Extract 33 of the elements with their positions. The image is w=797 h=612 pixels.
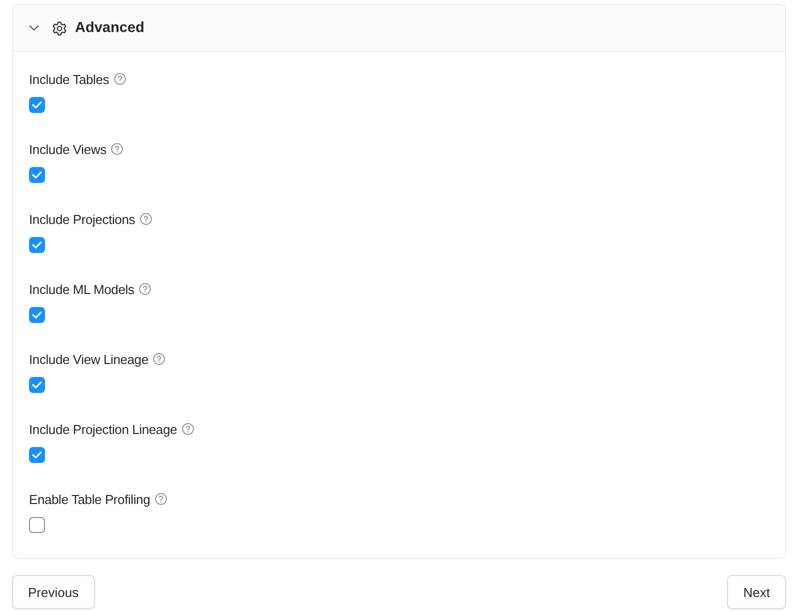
option-label: Include Views [29, 142, 106, 156]
section-header[interactable]: Advanced [13, 5, 785, 52]
check-icon [32, 171, 42, 179]
gear-icon [52, 20, 67, 36]
checkbox[interactable] [29, 447, 45, 463]
section-title: Advanced [75, 20, 144, 36]
chevron-icon[interactable] [29, 23, 39, 33]
check-icon [32, 381, 42, 389]
option-label: Include Projection Lineage [29, 422, 178, 436]
help-icon[interactable] [155, 493, 168, 505]
help-icon[interactable] [111, 143, 124, 155]
help-icon[interactable] [139, 283, 152, 295]
checkbox[interactable] [29, 307, 45, 323]
check-icon [32, 451, 42, 459]
option-label: Include Projections [29, 212, 136, 226]
previous-button[interactable]: Previous [12, 575, 95, 609]
check-icon [32, 101, 42, 109]
check-icon [32, 311, 42, 319]
option-label: Enable Table Profiling [29, 492, 150, 506]
option-label: Include ML Models [29, 282, 134, 296]
checkbox[interactable] [29, 237, 45, 253]
checkbox[interactable] [29, 377, 45, 393]
help-icon[interactable] [140, 213, 152, 225]
check-icon [32, 241, 42, 249]
help-icon[interactable] [182, 423, 194, 435]
help-icon[interactable] [114, 73, 126, 85]
help-icon[interactable] [153, 353, 166, 365]
option-label: Include Tables [29, 72, 110, 86]
checkbox[interactable] [29, 97, 45, 113]
checkbox[interactable] [29, 167, 45, 183]
option-label: Include View Lineage [29, 352, 148, 366]
next-button[interactable]: Next [727, 575, 786, 609]
checkbox[interactable] [29, 517, 45, 533]
